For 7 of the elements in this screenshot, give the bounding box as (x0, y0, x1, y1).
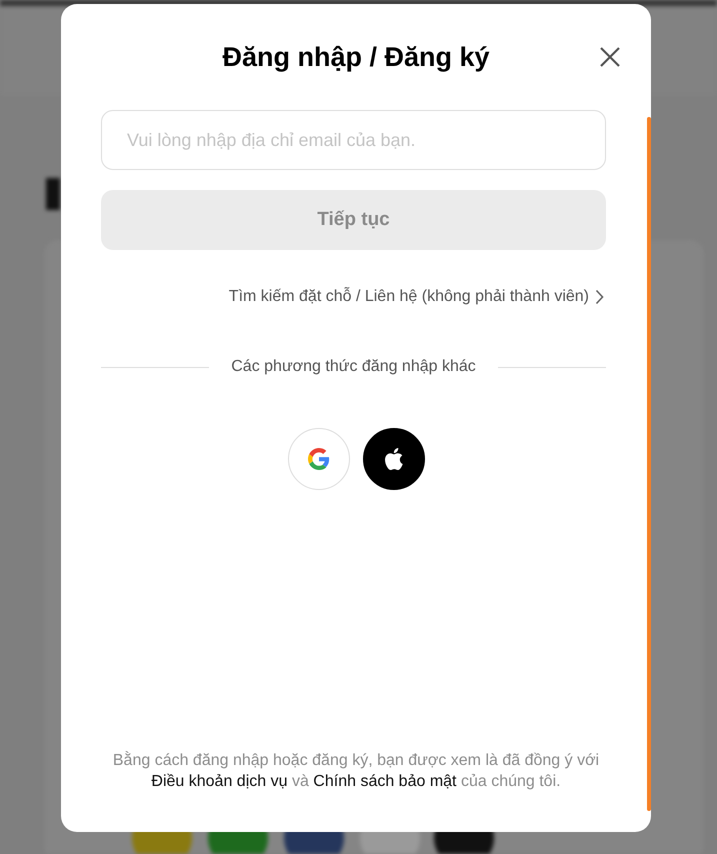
policy-link[interactable]: Điều khoản dịch vụ (151, 773, 288, 790)
policy-link[interactable]: Chính sách bảo mật (313, 773, 456, 790)
dialog-title: Đăng nhập / Đăng ký (221, 40, 491, 74)
email-field[interactable]: Vui lòng nhập địa chỉ email của bạn. (101, 110, 606, 170)
divider-label: Các phương thức đăng nhập khác (231, 358, 476, 376)
guest-booking-link[interactable]: Tìm kiếm đặt chỗ / Liên hệ (không phải thành viên) (228, 288, 604, 306)
terms-notice: Bằng cách đăng nhập hoặc đăng ký, bạn được xem là đã đồng ý với Điều khoản dịch vụ và Chính sách bảo mật của chúng tôi. (112, 750, 600, 792)
